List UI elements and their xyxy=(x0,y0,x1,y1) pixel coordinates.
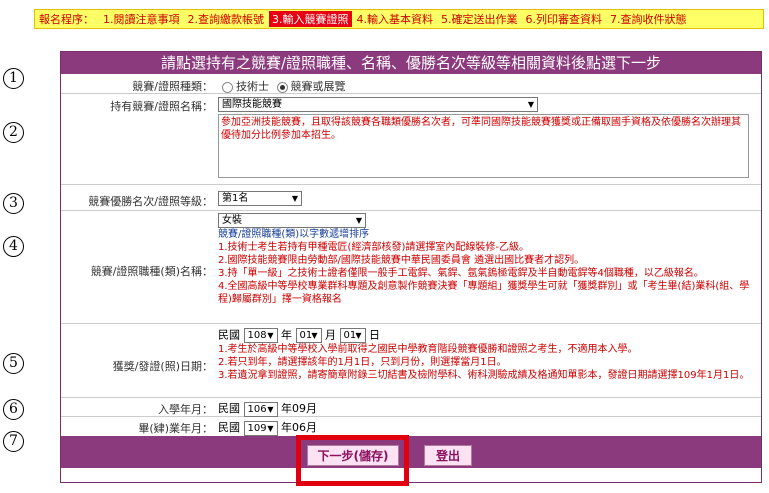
step-3-active[interactable]: 3.輸入競賽證照 xyxy=(269,11,352,27)
graduate-content: 民國 109 ▼ 年06月 xyxy=(218,419,755,436)
logout-button[interactable]: 登出 xyxy=(424,445,472,466)
competition-form: 請點選持有之競賽/證照職種、名稱、優勝名次等級等相關資料後點選下一步 競賽/證照… xyxy=(60,51,762,483)
date-day-value: 01 xyxy=(343,330,357,341)
row-name: 持有競賽/證照名稱： 國際技能競賽 ▼ 參加亞洲技能競賽，且取得該競賽各職類優勝名… xyxy=(61,94,761,185)
category-sort-note: 競賽/證照職種(類)以字數遞增排序 xyxy=(218,229,370,240)
highlight-box xyxy=(296,435,409,486)
chevron-down-icon: ▼ xyxy=(527,100,534,109)
form-footer xyxy=(61,436,761,468)
type-options: 技術士 競賽或展覽 xyxy=(218,78,755,94)
step-5[interactable]: 5.確定送出作業 xyxy=(438,11,521,27)
chevron-down-icon: ▼ xyxy=(291,194,298,203)
enroll-year-value: 106 xyxy=(247,403,267,415)
steps-lead: 報名程序： xyxy=(39,13,94,26)
category-content: 女裝 ▼ 競賽/證照職種(類)以字數遞增排序 1.技術士考生若持有甲種電匠(經濟部… xyxy=(218,213,755,306)
radio-technician[interactable] xyxy=(222,81,233,93)
graduate-suffix: 年06月 xyxy=(281,421,317,434)
chevron-down-icon: ▼ xyxy=(355,216,362,225)
category-select[interactable]: 女裝 ▼ xyxy=(218,213,366,228)
date-content: 民國 108 ▼ 年 01 ▼ 月 01 ▼ 日 1.考生於高級中等學校入學前取得之國… xyxy=(218,328,755,382)
radio-competition[interactable] xyxy=(276,81,288,93)
category-note-3: 3.持「單一級」之技術士證者僅限一般手工電銲、氣銲、氬氣鎢極電銲及半自動電銲等4… xyxy=(218,268,704,279)
date-year-select[interactable]: 108 ▼ xyxy=(243,328,278,343)
graduate-label: 畢(肄)業年月： xyxy=(138,422,213,435)
marker-6: 6 xyxy=(3,399,24,420)
step-1[interactable]: 1.閱讀注意事項 xyxy=(100,11,183,27)
name-select-value: 國際技能競賽 xyxy=(222,99,282,110)
date-day-unit: 日 xyxy=(369,328,380,342)
name-select-wrap: 國際技能競賽 ▼ xyxy=(218,97,755,112)
enroll-content: 民國 106 ▼ 年09月 xyxy=(218,400,755,417)
radio-technician-label: 技術士 xyxy=(236,80,269,93)
rank-select-wrap: 第1名 ▼ xyxy=(218,191,755,206)
row-date: 獲獎/發證(照)日期： 民國 108 ▼ 年 01 ▼ 月 01 ▼ 日 1.考生於高… xyxy=(61,326,761,398)
date-year-value: 108 xyxy=(247,330,267,341)
enroll-era: 民國 xyxy=(218,402,240,415)
row-enroll: 入學年月： 民國 106 ▼ 年09月 xyxy=(61,398,761,417)
radio-competition-label: 競賽或展覽 xyxy=(290,80,346,93)
row-type: 競賽/證照種類： 技術士 競賽或展覽 xyxy=(61,74,761,94)
rank-select[interactable]: 第1名 ▼ xyxy=(218,191,302,206)
graduate-year-value: 109 xyxy=(247,422,267,434)
marker-7: 7 xyxy=(3,431,24,452)
date-note-3: 3.若遺況拿到證照，請寄簡章附錄三切結書及檢附學科、術科測驗成績及格通知單影本，… xyxy=(218,370,750,381)
type-label: 競賽/證照種類： xyxy=(132,80,213,93)
chevron-down-icon: ▼ xyxy=(355,331,362,340)
name-label: 持有競賽/證照名稱： xyxy=(110,100,213,113)
rank-label: 競賽優勝名次/證照等級： xyxy=(88,195,213,208)
chevron-down-icon: ▼ xyxy=(267,423,274,433)
date-month-value: 01 xyxy=(299,330,313,341)
category-note-1: 1.技術士考生若持有甲種電匠(經濟部核發)請選擇室內配線裝修-乙級。 xyxy=(218,242,529,253)
category-note-2: 2.國際技能競賽限由勞動部/國際技能競賽中華民國委員會 遴選出國比賽者才認列。 xyxy=(218,255,585,266)
row-rank: 競賽優勝名次/證照等級： 第1名 ▼ xyxy=(61,185,761,211)
graduate-year-select[interactable]: 109 ▼ xyxy=(243,420,278,436)
chevron-down-icon: ▼ xyxy=(267,331,274,340)
chevron-down-icon: ▼ xyxy=(311,331,318,340)
marker-5: 5 xyxy=(3,353,24,374)
marker-1: 1 xyxy=(3,68,24,89)
step-7[interactable]: 7.查詢收件狀態 xyxy=(607,11,690,27)
step-2[interactable]: 2.查詢繳款帳號 xyxy=(185,11,268,27)
name-select[interactable]: 國際技能競賽 ▼ xyxy=(218,97,538,112)
chevron-down-icon: ▼ xyxy=(267,404,274,414)
category-select-value: 女裝 xyxy=(222,215,242,226)
date-selects: 民國 108 ▼ 年 01 ▼ 月 01 ▼ 日 xyxy=(218,328,755,343)
form-header: 請點選持有之競賽/證照職種、名稱、優勝名次等級等相關資料後點選下一步 xyxy=(61,52,761,74)
date-year-unit: 年 xyxy=(281,328,292,342)
marker-4: 4 xyxy=(3,236,24,257)
date-month-select[interactable]: 01 ▼ xyxy=(295,328,322,343)
step-6[interactable]: 6.列印審查資料 xyxy=(523,11,606,27)
enroll-suffix: 年09月 xyxy=(281,402,317,415)
enroll-label: 入學年月： xyxy=(158,403,213,416)
graduate-era: 民國 xyxy=(218,421,240,434)
row-graduate: 畢(肄)業年月： 民國 109 ▼ 年06月 xyxy=(61,417,761,436)
name-note-textarea[interactable]: 參加亞洲技能競賽，且取得該競賽各職類優勝名次者，可準同國際技能競賽獲獎或正備取國… xyxy=(218,114,749,178)
rank-select-value: 第1名 xyxy=(222,193,249,204)
enroll-year-select[interactable]: 106 ▼ xyxy=(243,401,278,417)
date-label: 獲獎/發證(照)日期： xyxy=(112,360,213,373)
category-label: 競賽/證照職種(類)名稱： xyxy=(90,265,213,278)
marker-2: 2 xyxy=(3,122,24,143)
category-note-4: 4.全國高級中等學校專業群科專題及創意製作競賽決賽「專題組」獲獎學生可就「獲獎群… xyxy=(218,281,750,305)
date-month-unit: 月 xyxy=(325,328,336,342)
date-note-1: 1.考生於高級中等學校入學前取得之國民中學教育階段競賽優勝和證照之考生，不適用本… xyxy=(218,344,638,355)
progress-steps-bar: 報名程序： 1.閱讀注意事項 2.查詢繳款帳號 3.輸入競賽證照 4.輸入基本資… xyxy=(34,9,764,29)
marker-3: 3 xyxy=(3,193,24,214)
date-era: 民國 xyxy=(218,328,240,342)
date-day-select[interactable]: 01 ▼ xyxy=(339,328,366,343)
row-category: 競賽/證照職種(類)名稱： 女裝 ▼ 競賽/證照職種(類)以字數遞增排序 1.技術… xyxy=(61,211,761,324)
step-4[interactable]: 4.輸入基本資料 xyxy=(354,11,437,27)
date-note-2: 2.若只到年，請選擇該年的1月1日，只到月份，則選擇當月1日。 xyxy=(218,357,507,368)
